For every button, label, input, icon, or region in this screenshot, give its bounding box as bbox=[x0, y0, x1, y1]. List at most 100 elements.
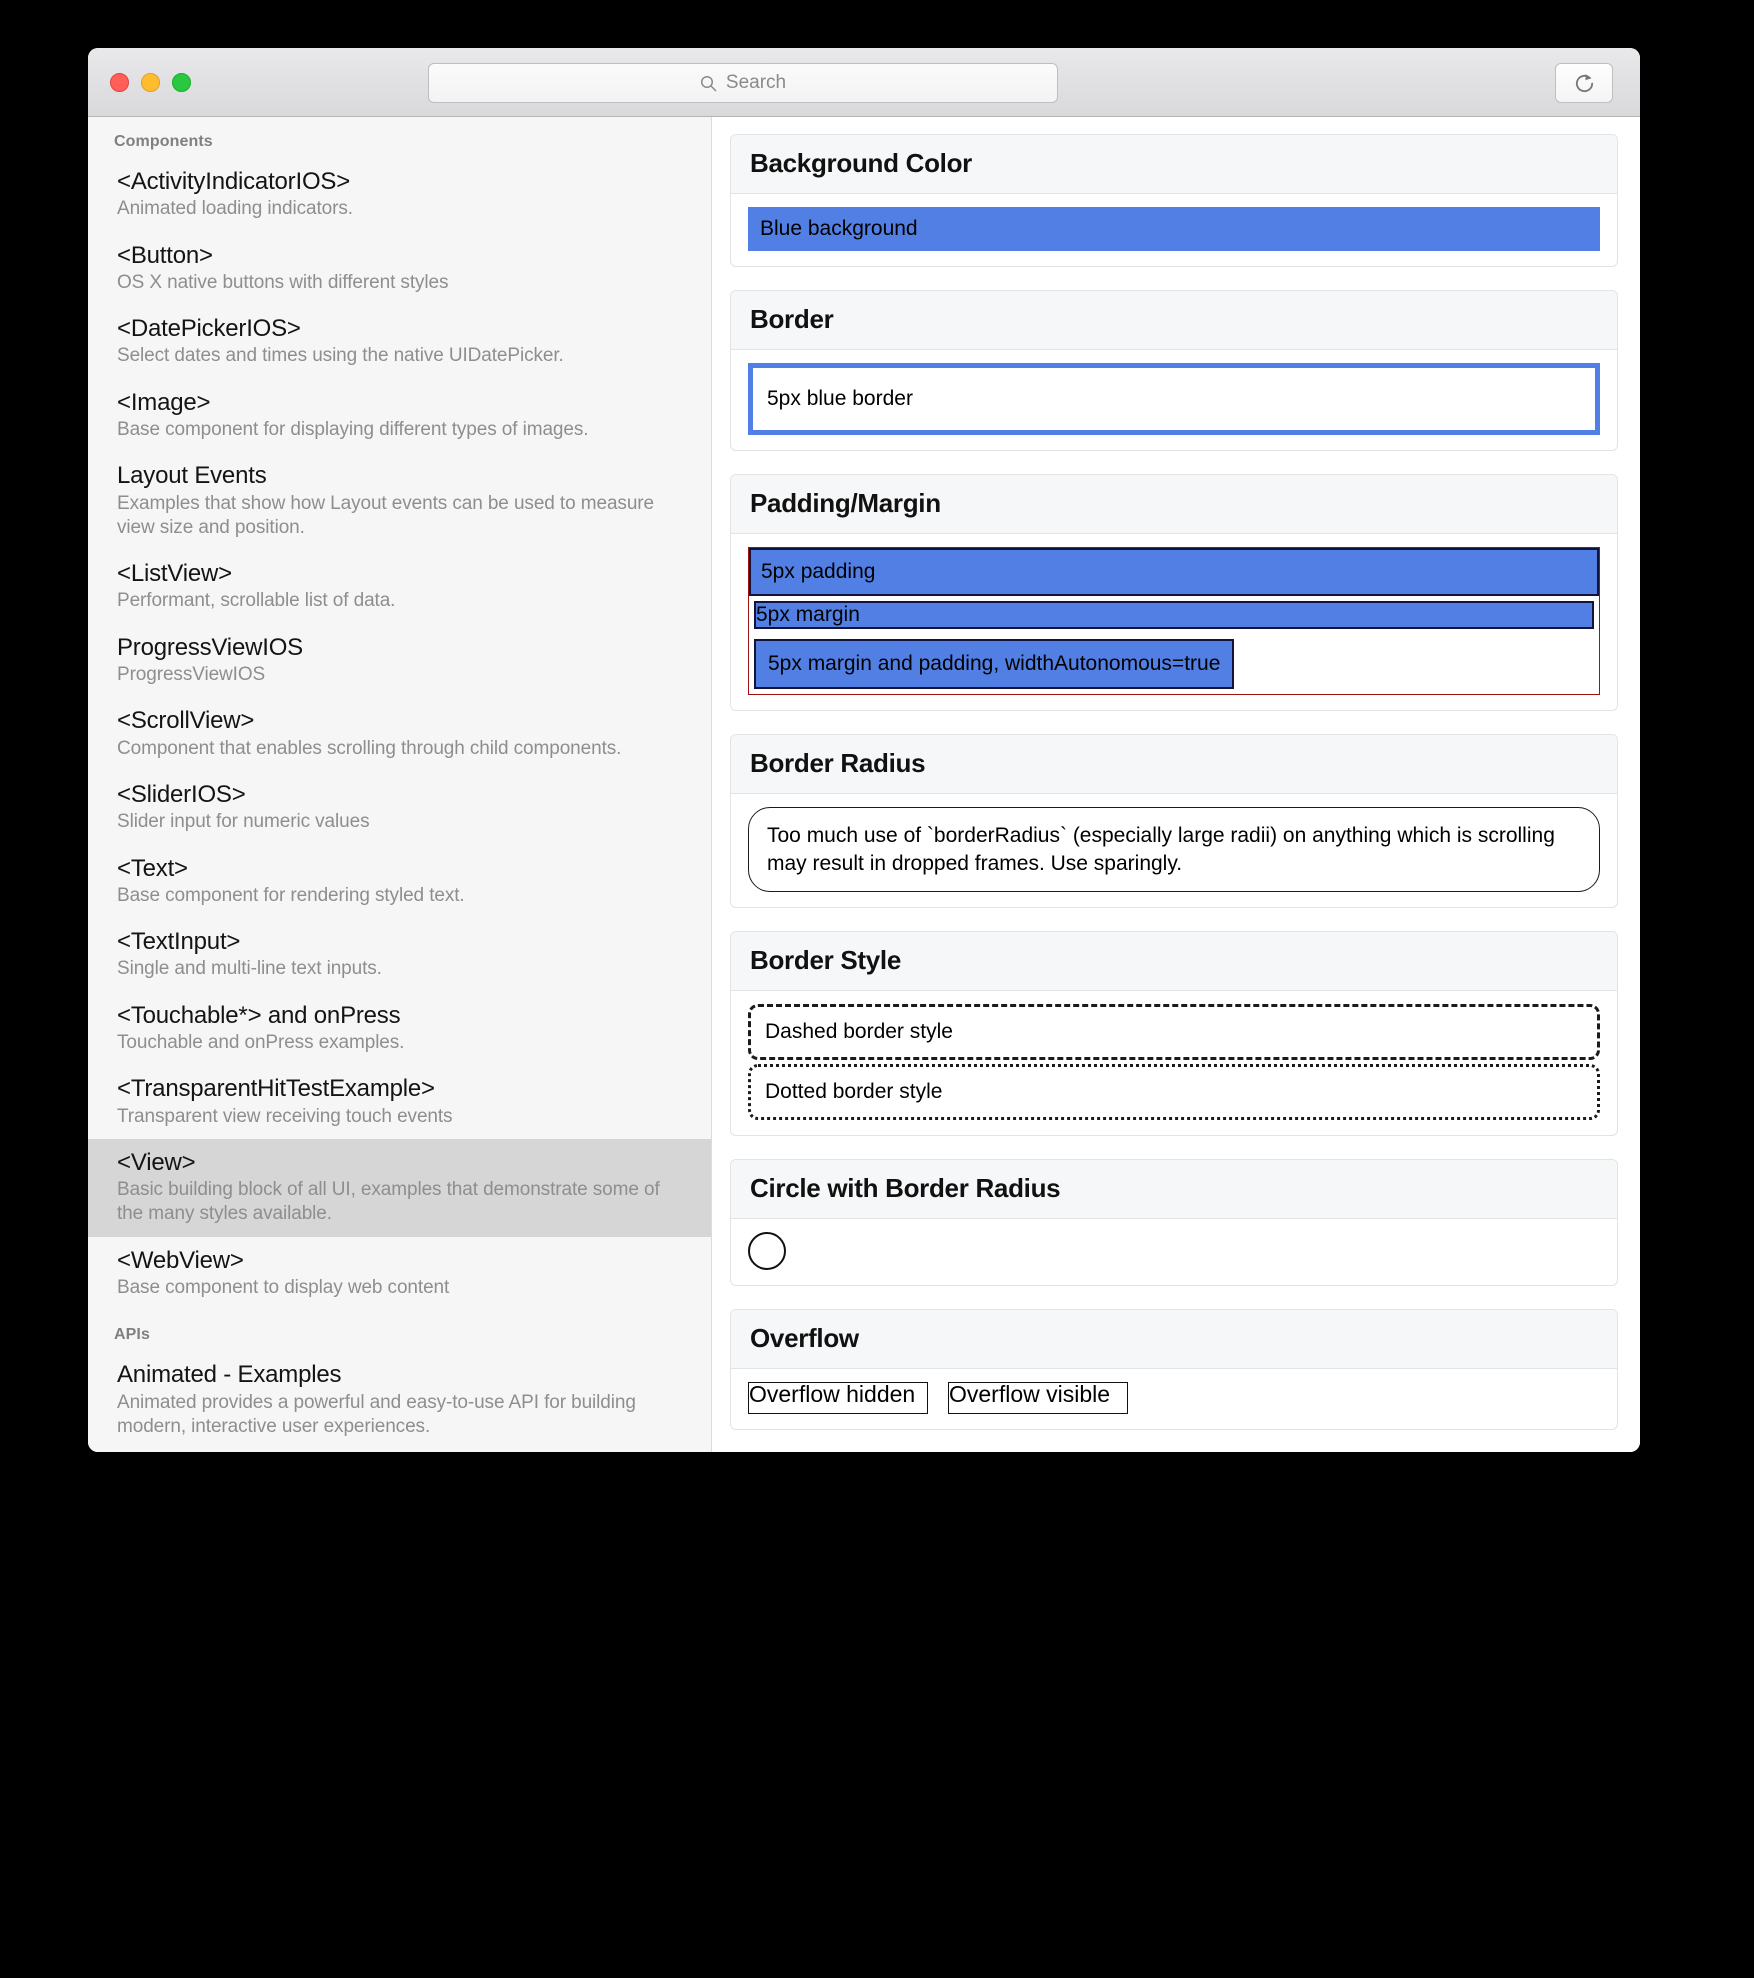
section-border-radius: Border Radius Too much use of `borderRad… bbox=[730, 734, 1618, 908]
sidebar-item-desc: Animated loading indicators. bbox=[117, 198, 353, 220]
sidebar-item-listview[interactable]: <ListView> Performant, scrollable list o… bbox=[88, 550, 711, 624]
section-header: Border bbox=[731, 291, 1617, 350]
sidebar-item-desc: Slider input for numeric values bbox=[117, 811, 370, 833]
sidebar-item-sliderios[interactable]: <SliderIOS> Slider input for numeric val… bbox=[88, 771, 711, 845]
sidebar-item-progressviewios[interactable]: ProgressViewIOS ProgressViewIOS bbox=[88, 624, 711, 698]
section-title: Background Color bbox=[750, 148, 972, 178]
sidebar-item-title: <Text> bbox=[117, 854, 188, 882]
sidebar-item-desc: ProgressViewIOS bbox=[117, 664, 266, 686]
section-title: Circle with Border Radius bbox=[750, 1172, 1061, 1203]
sidebar-item-animated-examples[interactable]: Animated - Examples Animated provides a … bbox=[88, 1351, 711, 1449]
sidebar-item-transparenthittestexample[interactable]: <TransparentHitTestExample> Transparent … bbox=[88, 1065, 711, 1139]
close-button[interactable] bbox=[110, 72, 129, 92]
sidebar-item-view[interactable]: <View> Basic building block of all UI, e… bbox=[88, 1138, 711, 1237]
section-body: Dashed border style Dotted border style bbox=[731, 991, 1617, 1135]
dotted-border-demo: Dotted border style bbox=[748, 1063, 1600, 1120]
sidebar-item-title: <ActivityIndicatorIOS> bbox=[117, 168, 351, 195]
sidebar-item-scrollview[interactable]: <ScrollView> Component that enables scro… bbox=[88, 697, 711, 771]
sidebar-item-desc: Base component for displaying different … bbox=[117, 419, 589, 440]
circle-demo bbox=[748, 1231, 786, 1270]
section-header: Padding/Margin bbox=[731, 475, 1617, 534]
maximize-button[interactable] bbox=[172, 72, 191, 92]
section-border: Border 5px blue border bbox=[730, 290, 1618, 451]
sidebar-item-datepickerios[interactable]: <DatePickerIOS> Select dates and times u… bbox=[88, 305, 711, 379]
window-body: Components <ActivityIndicatorIOS> Animat… bbox=[88, 117, 1640, 1452]
section-body: 5px padding 5px margin 5px margin and pa… bbox=[731, 534, 1617, 710]
search-placeholder: Search bbox=[725, 72, 787, 93]
sidebar-item-title: <TransparentHitTestExample> bbox=[117, 1075, 435, 1103]
section-header: Border Radius bbox=[731, 735, 1617, 795]
sidebar-item-title: Animated - Examples bbox=[117, 1361, 342, 1389]
sidebar-group-header-apis: APIs bbox=[114, 1326, 150, 1344]
margin-and-padding-demo: 5px margin and padding, widthAutonomous=… bbox=[754, 639, 1235, 690]
search-input[interactable]: Search bbox=[428, 63, 1058, 103]
section-body: 5px blue border bbox=[731, 350, 1617, 450]
section-header: Border Style bbox=[731, 931, 1617, 991]
section-body bbox=[731, 1219, 1617, 1285]
sidebar-item-text[interactable]: <Text> Base component for rendering styl… bbox=[88, 845, 711, 919]
sidebar-item-desc: Animated provides a powerful and easy-to… bbox=[117, 1391, 636, 1437]
section-padding-margin: Padding/Margin 5px padding 5px margin 5p… bbox=[730, 474, 1618, 712]
sidebar-item-title: <DatePickerIOS> bbox=[117, 315, 301, 343]
padding-margin-container: 5px padding 5px margin 5px margin and pa… bbox=[748, 547, 1600, 696]
section-body: Blue background bbox=[731, 194, 1617, 266]
sidebar[interactable]: Components <ActivityIndicatorIOS> Animat… bbox=[88, 117, 712, 1452]
app-window: Search Components <ActivityIndicatorIOS>… bbox=[88, 48, 1640, 1452]
sidebar-item-desc: OS X native buttons with different style… bbox=[117, 271, 449, 293]
sidebar-item-title: <WebView> bbox=[117, 1246, 244, 1274]
overflow-hidden-demo: Overflow hidden bbox=[748, 1381, 928, 1414]
sidebar-item-title: <Image> bbox=[117, 388, 211, 416]
sidebar-group-header-components: Components bbox=[114, 133, 213, 150]
sidebar-item-title: <ListView> bbox=[117, 560, 232, 588]
sidebar-item-desc: Base component to display web content bbox=[117, 1276, 450, 1298]
section-body: Too much use of `borderRadius` (especial… bbox=[731, 794, 1617, 907]
sidebar-item-layoutanimation-examples[interactable]: LayoutAnimation - Examples LayoutAnimati… bbox=[88, 1449, 711, 1452]
sidebar-item-desc: Transparent view receiving touch events bbox=[117, 1105, 453, 1127]
overflow-row: Overflow hidden Overflow visible bbox=[748, 1381, 1600, 1414]
sidebar-item-button[interactable]: <Button> OS X native buttons with differ… bbox=[88, 232, 711, 306]
section-title: Padding/Margin bbox=[750, 488, 941, 518]
sidebar-item-textinput[interactable]: <TextInput> Single and multi-line text i… bbox=[88, 918, 711, 992]
sidebar-item-webview[interactable]: <WebView> Base component to display web … bbox=[88, 1237, 711, 1311]
sidebar-item-desc: Basic building block of all UI, examples… bbox=[117, 1179, 660, 1225]
search-icon bbox=[700, 75, 717, 92]
section-title: Overflow bbox=[750, 1322, 859, 1353]
reload-icon bbox=[1573, 72, 1596, 95]
section-title: Border bbox=[750, 304, 834, 334]
sidebar-item-desc: Performant, scrollable list of data. bbox=[117, 590, 396, 612]
section-background-color: Background Color Blue background bbox=[730, 134, 1618, 267]
padding-demo: 5px padding bbox=[749, 548, 1599, 596]
sidebar-item-title: <TextInput> bbox=[117, 928, 241, 956]
section-header: Circle with Border Radius bbox=[731, 1159, 1617, 1219]
sidebar-item-title: ProgressViewIOS bbox=[117, 633, 303, 661]
dashed-border-demo: Dashed border style bbox=[748, 1003, 1600, 1060]
titlebar: Search bbox=[88, 48, 1640, 117]
section-border-style: Border Style Dashed border style Dotted … bbox=[730, 930, 1618, 1136]
minimize-button[interactable] bbox=[141, 72, 160, 92]
sidebar-item-activityindicatorios[interactable]: <ActivityIndicatorIOS> Animated loading … bbox=[88, 158, 711, 232]
blue-background-demo: Blue background bbox=[748, 207, 1600, 251]
examples-panel[interactable]: Background Color Blue background Border … bbox=[712, 117, 1640, 1452]
sidebar-item-desc: Touchable and onPress examples. bbox=[117, 1031, 405, 1053]
reload-button[interactable] bbox=[1555, 63, 1613, 103]
sidebar-item-title: <SliderIOS> bbox=[117, 780, 246, 808]
blue-border-demo: 5px blue border bbox=[748, 363, 1600, 435]
sidebar-item-desc: Base component for rendering styled text… bbox=[117, 884, 465, 906]
sidebar-item-title: Layout Events bbox=[117, 462, 267, 490]
border-radius-demo: Too much use of `borderRadius` (especial… bbox=[748, 807, 1600, 892]
overflow-visible-demo: Overflow visible bbox=[948, 1381, 1128, 1414]
section-body: Overflow hidden Overflow visible bbox=[731, 1369, 1617, 1429]
section-header: Background Color bbox=[731, 135, 1617, 194]
section-title: Border Style bbox=[750, 944, 902, 975]
sidebar-list: Components <ActivityIndicatorIOS> Animat… bbox=[88, 117, 711, 1452]
margin-demo: 5px margin bbox=[754, 601, 1594, 629]
sidebar-item-layout-events[interactable]: Layout Events Examples that show how Lay… bbox=[88, 452, 711, 550]
sidebar-item-desc: Component that enables scrolling through… bbox=[117, 737, 622, 759]
sidebar-item-desc: Single and multi-line text inputs. bbox=[117, 958, 382, 980]
sidebar-item-image[interactable]: <Image> Base component for displaying di… bbox=[88, 379, 711, 453]
sidebar-item-title: <View> bbox=[117, 1148, 196, 1176]
sidebar-item-touchable-onpress[interactable]: <Touchable*> and onPress Touchable and o… bbox=[88, 992, 711, 1066]
sidebar-item-title: <Button> bbox=[117, 241, 213, 269]
section-title: Border Radius bbox=[750, 748, 926, 779]
section-overflow: Overflow Overflow hidden Overflow visibl… bbox=[730, 1308, 1618, 1430]
